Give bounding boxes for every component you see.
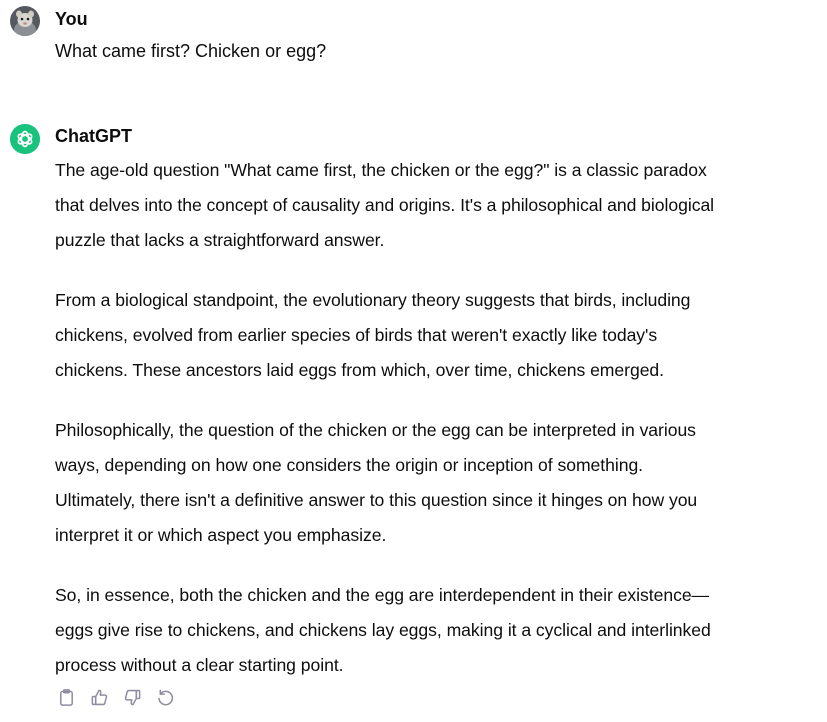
message-actions — [57, 688, 175, 707]
response-paragraph: From a biological standpoint, the evolut… — [55, 290, 691, 380]
copy-button[interactable] — [57, 688, 76, 707]
clipboard-icon — [60, 689, 73, 706]
response-paragraph: Philosophically, the question of the chi… — [55, 420, 698, 545]
user-avatar — [10, 6, 40, 36]
response-paragraph: The age-old question "What came first, t… — [55, 160, 715, 250]
assistant-avatar — [10, 124, 40, 154]
thumbs-down-icon — [124, 689, 141, 706]
openai-logo-icon — [10, 124, 40, 154]
thumbs-up-icon — [91, 689, 108, 706]
user-message-text: What came first? Chicken or egg? — [55, 41, 327, 61]
thumbs-down-button[interactable] — [123, 688, 142, 707]
thumbs-up-button[interactable] — [90, 688, 109, 707]
assistant-response: The age-old question "What came first, t… — [55, 153, 825, 708]
assistant-name: ChatGPT — [55, 126, 133, 146]
response-paragraph: So, in essence, both the chicken and the… — [55, 585, 711, 675]
regenerate-icon — [158, 689, 174, 706]
regenerate-button[interactable] — [156, 688, 175, 707]
user-avatar-image — [10, 6, 40, 36]
user-name: You — [55, 9, 88, 29]
